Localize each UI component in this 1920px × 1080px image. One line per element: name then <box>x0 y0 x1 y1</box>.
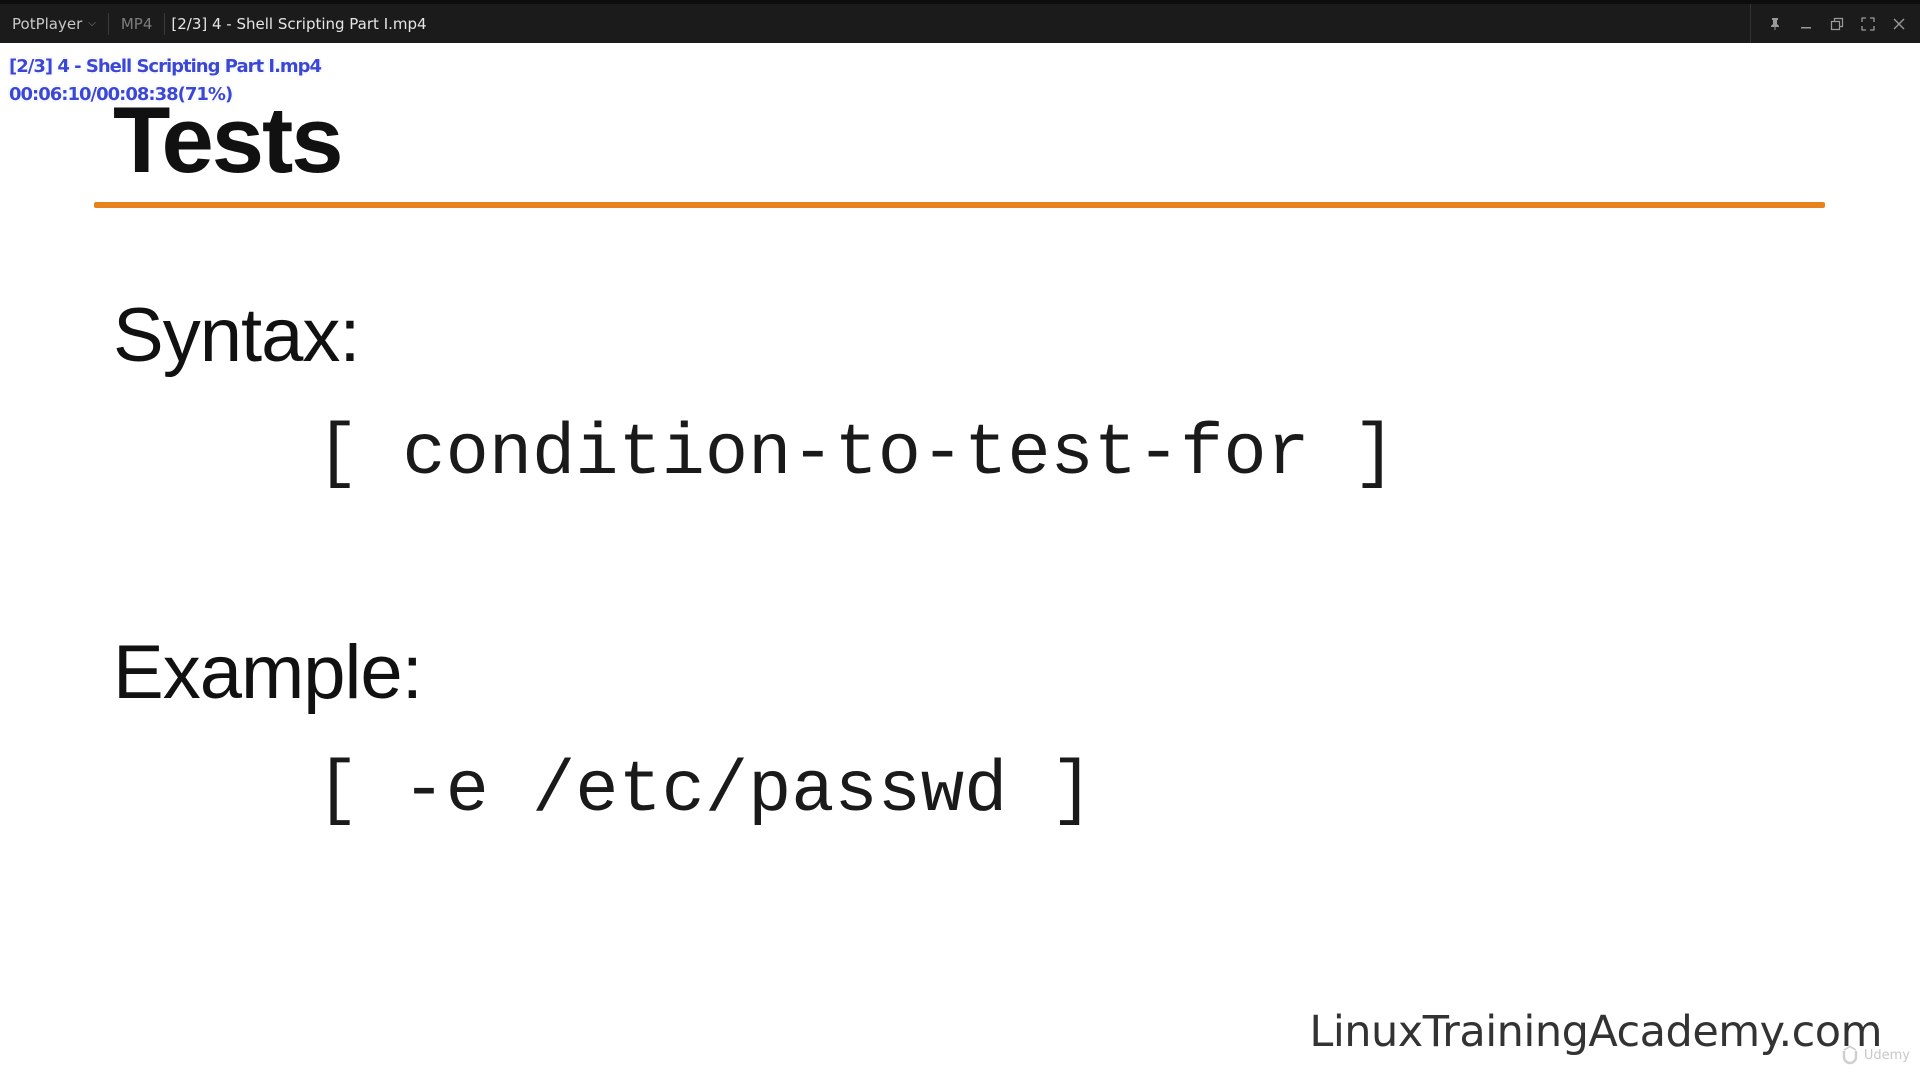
fullscreen-button[interactable] <box>1852 4 1883 43</box>
app-menu-button[interactable]: PotPlayer ⌵ <box>0 4 108 43</box>
slide-title: Tests <box>113 87 344 192</box>
restore-icon <box>1830 17 1843 30</box>
udemy-logo-icon <box>1842 1045 1858 1065</box>
minimize-button[interactable] <box>1790 4 1821 43</box>
close-button[interactable] <box>1883 4 1914 43</box>
title-underline <box>94 202 1825 208</box>
video-frame[interactable]: [2/3] 4 - Shell Scripting Part I.mp4 00:… <box>0 43 1920 1080</box>
brand-text: LinuxTrainingAcademy.com <box>1309 1007 1882 1057</box>
window-controls <box>1750 4 1914 43</box>
chevron-down-icon: ⌵ <box>88 18 96 29</box>
syntax-heading: Syntax: <box>113 293 360 378</box>
pin-icon <box>1770 17 1779 30</box>
title-bar: PotPlayer ⌵ MP4 [2/3] 4 - Shell Scriptin… <box>0 0 1920 43</box>
udemy-watermark: Udemy <box>1840 1045 1910 1065</box>
fullscreen-icon <box>1860 16 1875 31</box>
minimize-icon <box>1800 26 1811 28</box>
restore-button[interactable] <box>1821 4 1852 43</box>
example-heading: Example: <box>113 630 423 715</box>
syntax-code: [ condition-to-test-for ] <box>316 413 1397 495</box>
close-icon <box>1893 18 1904 29</box>
osd-filename: [2/3] 4 - Shell Scripting Part I.mp4 <box>9 56 322 77</box>
format-label: MP4 <box>120 14 153 33</box>
title-bar-left: PotPlayer ⌵ MP4 [2/3] 4 - Shell Scriptin… <box>0 4 435 43</box>
example-code: [ -e /etc/passwd ] <box>316 750 1094 832</box>
app-name: PotPlayer <box>12 14 83 33</box>
pin-button[interactable] <box>1759 4 1790 43</box>
window-title: [2/3] 4 - Shell Scripting Part I.mp4 <box>171 14 427 33</box>
watermark-text: Udemy <box>1863 1047 1910 1063</box>
